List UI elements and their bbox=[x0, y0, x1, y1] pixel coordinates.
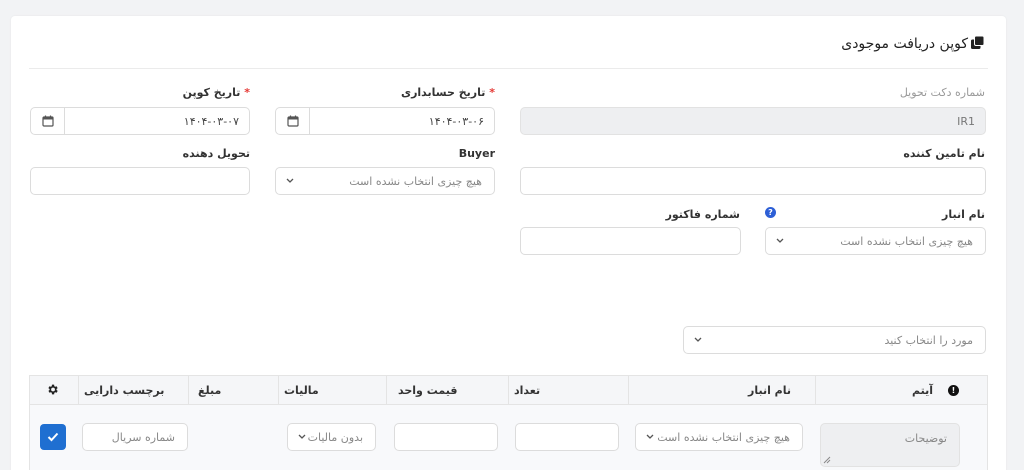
column-divider bbox=[188, 376, 189, 406]
header-divider bbox=[29, 68, 988, 69]
chevron-down-icon bbox=[694, 337, 702, 342]
calendar-icon[interactable] bbox=[31, 108, 65, 134]
buyer-label: Buyer bbox=[458, 147, 495, 160]
coupon-date-field[interactable]: ۱۴۰۴-۰۳-۰۷ bbox=[30, 107, 250, 135]
chevron-down-icon bbox=[776, 238, 784, 243]
column-divider bbox=[628, 376, 629, 406]
check-icon bbox=[47, 432, 59, 442]
item-select[interactable]: مورد را انتخاب کنید bbox=[683, 326, 986, 354]
calendar-icon[interactable] bbox=[276, 108, 310, 134]
alert-icon: ! bbox=[948, 385, 959, 396]
copy-icon bbox=[971, 36, 985, 49]
invoice-number-input[interactable] bbox=[520, 227, 741, 255]
tax-select[interactable]: بدون مالیات bbox=[287, 423, 376, 451]
deliverer-input[interactable] bbox=[30, 167, 250, 195]
gear-icon[interactable] bbox=[46, 383, 59, 396]
deliverer-label: تحویل دهنده bbox=[182, 147, 250, 160]
column-divider bbox=[508, 376, 509, 406]
column-header-quantity: تعداد bbox=[514, 384, 541, 397]
chevron-down-icon bbox=[298, 434, 306, 439]
coupon-date-label: * تاریخ کوپن bbox=[182, 86, 250, 99]
confirm-row-button[interactable] bbox=[40, 424, 66, 450]
column-header-asset-tag: برچسب دارایی bbox=[84, 384, 165, 397]
chevron-down-icon bbox=[286, 178, 294, 183]
docket-number-label: شماره دکت تحویل bbox=[899, 86, 985, 99]
column-header-amount: مبلغ bbox=[198, 384, 222, 397]
page-title: کوپن دریافت موجودی bbox=[841, 36, 968, 52]
column-divider bbox=[815, 376, 816, 406]
column-header-item: آیتم bbox=[912, 384, 934, 397]
warehouse-select[interactable]: هیچ چیزی انتخاب نشده است bbox=[765, 227, 986, 255]
required-mark: * bbox=[489, 86, 495, 99]
invoice-number-label: شماره فاکتور bbox=[665, 208, 740, 221]
column-header-unit-price: قیمت واحد bbox=[398, 384, 458, 397]
required-mark: * bbox=[244, 86, 250, 99]
supplier-name-label: نام تامین کننده bbox=[903, 147, 985, 160]
resize-handle-icon[interactable] bbox=[823, 456, 831, 464]
description-textarea[interactable]: توضیحات bbox=[820, 423, 960, 467]
accounting-date-field[interactable]: ۱۴۰۴-۰۳-۰۶ bbox=[275, 107, 495, 135]
column-divider bbox=[78, 376, 79, 406]
column-divider bbox=[278, 376, 279, 406]
help-icon[interactable]: ? bbox=[765, 207, 776, 218]
column-header-tax: مالیات bbox=[284, 384, 319, 397]
column-header-warehouse: نام انبار bbox=[748, 384, 792, 397]
supplier-name-input[interactable] bbox=[520, 167, 986, 195]
warehouse-label: نام انبار bbox=[941, 208, 985, 221]
quantity-input[interactable] bbox=[515, 423, 619, 451]
items-table-header: ! آیتم نام انبار تعداد قیمت واحد مالیات … bbox=[29, 375, 988, 406]
row-warehouse-select[interactable]: هیچ چیزی انتخاب نشده است bbox=[635, 423, 803, 451]
chevron-down-icon bbox=[646, 434, 654, 439]
accounting-date-label: * تاریخ حسابداری bbox=[400, 86, 495, 99]
serial-number-input[interactable]: شماره سریال bbox=[82, 423, 188, 451]
unit-price-input[interactable] bbox=[394, 423, 498, 451]
form-card: کوپن دریافت موجودی شماره دکت تحویل * تار… bbox=[11, 16, 1006, 470]
column-divider bbox=[386, 376, 387, 406]
docket-number-field[interactable]: IR1 bbox=[520, 107, 986, 135]
buyer-select[interactable]: هیچ چیزی انتخاب نشده است bbox=[275, 167, 495, 195]
items-table-row: توضیحات هیچ چیزی انتخاب نشده است بدون ما… bbox=[29, 405, 988, 470]
